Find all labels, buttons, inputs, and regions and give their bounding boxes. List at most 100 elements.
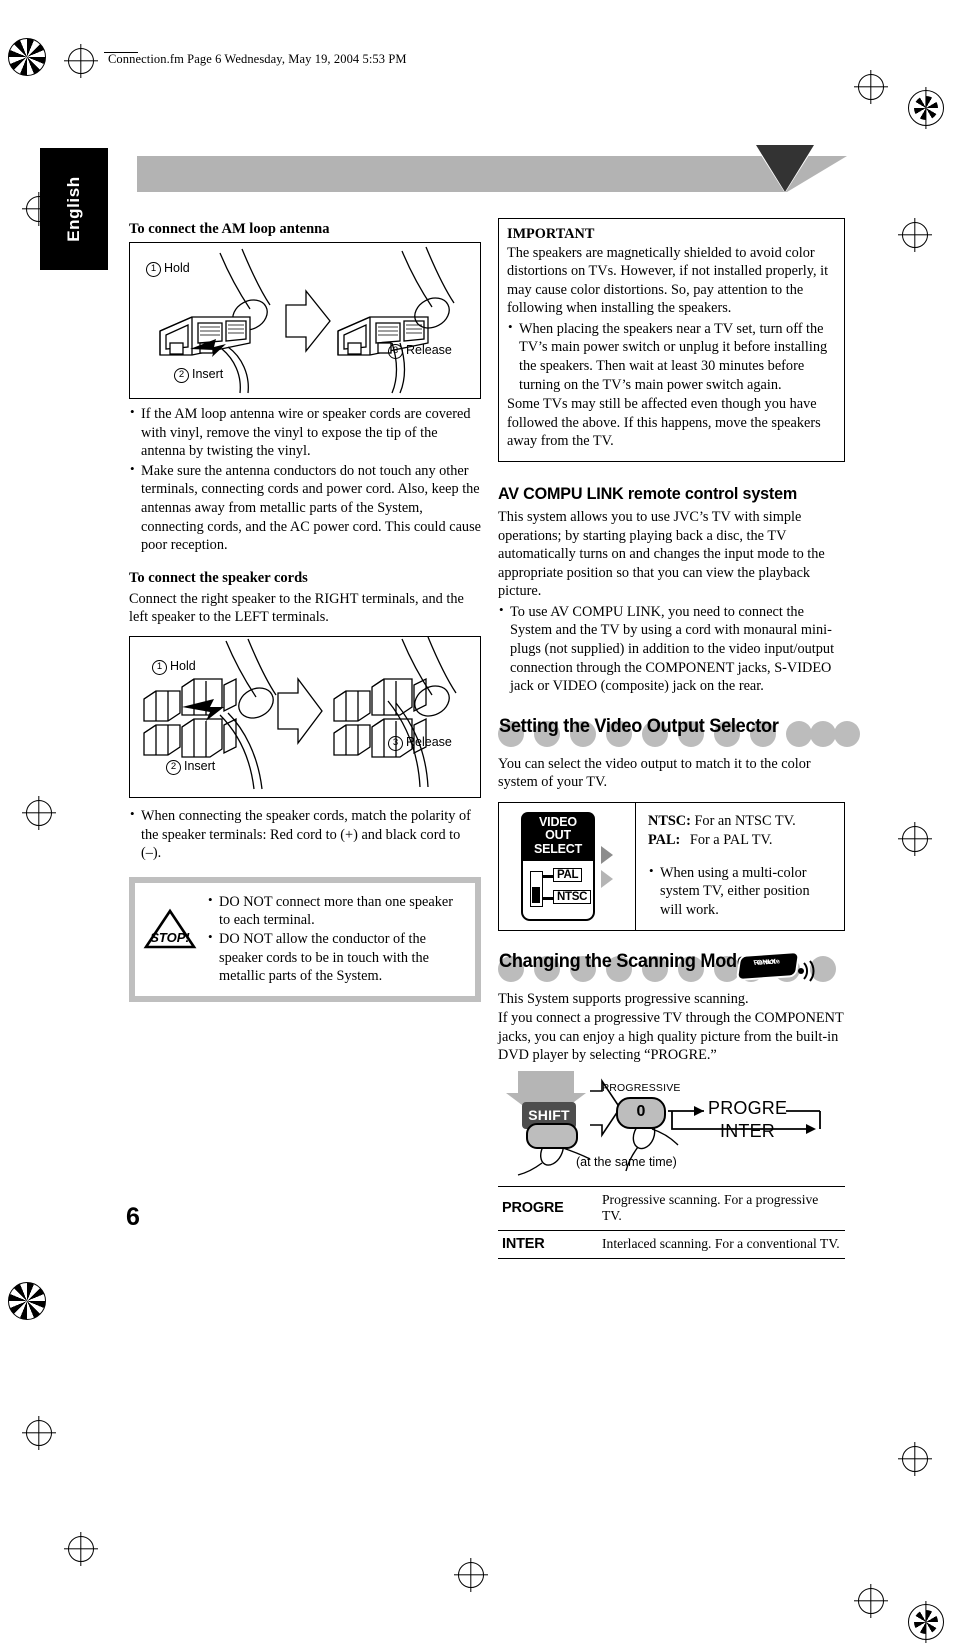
important-paragraph-1: The speakers are magnetically shielded t…: [507, 244, 829, 317]
at-the-same-time-note: (at the same time): [576, 1154, 677, 1169]
ntsc-description: For an NTSC TV.: [694, 812, 796, 829]
language-tab-label: English: [64, 176, 83, 242]
crop-mark-bottom-left: [68, 1536, 94, 1562]
speaker-step-3-label: Release: [406, 735, 452, 750]
avcompu-heading: AV COMPU LINK remote control system: [498, 483, 798, 503]
ntsc-row: NTSC: For an NTSC TV.: [648, 812, 834, 831]
scanning-section-header: Changing the Scanning Mode Remote ONLY: [498, 949, 845, 983]
registration-mark-top-right: [908, 90, 944, 126]
video-output-paragraph: You can select the video output to match…: [498, 755, 811, 791]
registration-mark-bottom-right: [908, 1604, 944, 1640]
list-item: When connecting the speaker cords, match…: [129, 806, 481, 863]
table-row: PROGRE Progressive scanning. For a progr…: [498, 1186, 845, 1230]
mode-description: Interlaced scanning. For a conventional …: [602, 1235, 840, 1251]
top-banner-triangle: [756, 145, 814, 192]
switch-knob: [531, 887, 540, 904]
progressive-button: 0: [616, 1096, 666, 1129]
svg-text:STOP!: STOP!: [150, 930, 190, 945]
crop-mark-bottom-center: [458, 1562, 484, 1588]
antenna-step-1-label: Hold: [164, 261, 190, 276]
scanning-mode-figure: SHIFT PROGRESSIVE 0 (at the same time) P…: [498, 1070, 845, 1176]
list-item: Make sure the antenna conductors do not …: [129, 461, 481, 555]
important-bullet-list: When placing the speakers near a TV set,…: [507, 319, 836, 394]
speaker-step-1: 1 Hold: [152, 659, 196, 676]
important-paragraph-2: Some TVs may still be affected even thou…: [507, 396, 821, 450]
speaker-cords-intro: Connect the right speaker to the RIGHT t…: [129, 590, 464, 626]
crop-mark-top-right: [858, 74, 884, 100]
top-banner: [137, 156, 787, 192]
crop-mark-mid-left: [26, 800, 52, 826]
remote-badge-text: Remote ONLY: [739, 954, 797, 980]
ntsc-term: NTSC:: [648, 812, 691, 829]
crop-mark-upper-right: [902, 222, 928, 248]
list-item: When using a multi-color system TV, eith…: [648, 863, 834, 920]
speaker-step-1-number: 1: [152, 660, 167, 676]
video-output-selector-figure: VIDEO OUT SELECT PAL NTSC NTSC: For an N…: [498, 801, 845, 932]
antenna-step-1: 1 Hold: [146, 261, 190, 278]
pal-description: For a PAL TV.: [689, 831, 773, 848]
antenna-step-3: 3 Release: [388, 343, 452, 360]
am-antenna-heading: To connect the AM loop antenna: [129, 221, 330, 237]
polarity-note-list: When connecting the speaker cords, match…: [129, 806, 481, 863]
crop-mark-mid-right: [902, 826, 928, 852]
file-header-line: Connection.fm Page 6 Wednesday, May 19, …: [108, 52, 407, 66]
antenna-step-1-number: 1: [146, 262, 161, 278]
stop-triangle-icon: STOP!: [143, 908, 197, 949]
selector-position-arrows: [601, 845, 613, 888]
important-title: IMPORTANT: [507, 226, 595, 242]
speaker-step-1-label: Hold: [170, 659, 196, 674]
list-item: To use AV COMPU LINK, you need to connec…: [498, 602, 845, 696]
crop-mark-lower-right: [902, 1446, 928, 1472]
caution-list: DO NOT connect more than one speaker to …: [207, 892, 465, 986]
registration-mark-top-left: [8, 38, 46, 76]
list-item: When placing the speakers near a TV set,…: [507, 319, 836, 394]
antenna-notes-list: If the AM loop antenna wire or speaker c…: [129, 404, 481, 555]
speaker-step-2-number: 2: [166, 760, 181, 776]
antenna-step-2: 2 Insert: [174, 367, 223, 384]
list-item: If the AM loop antenna wire or speaker c…: [129, 404, 481, 461]
remote-only-badge: Remote ONLY: [735, 951, 801, 982]
antenna-step-2-number: 2: [174, 368, 189, 384]
video-out-select-switch: VIDEO OUT SELECT PAL NTSC: [521, 811, 595, 922]
selector-label-line3: SELECT: [533, 841, 583, 856]
stop-icon: STOP!: [143, 893, 199, 956]
mode-name: INTER: [502, 1235, 545, 1252]
speaker-cords-figure: 1 Hold 2 Insert 3 Release: [129, 636, 481, 799]
language-tab: English: [40, 148, 108, 270]
crop-mark-bottom-right: [858, 1588, 884, 1614]
speaker-cords-heading: To connect the speaker cords: [129, 569, 308, 586]
list-item: DO NOT connect more than one speaker to …: [207, 892, 465, 930]
shift-key-pad: [526, 1122, 578, 1149]
video-output-section-header: Setting the Video Output Selector: [498, 714, 860, 748]
am-antenna-figure: 1 Hold 2 Insert 3 Release: [129, 242, 481, 400]
selector-label: VIDEO OUT SELECT: [521, 811, 595, 862]
pal-term: PAL:: [648, 831, 681, 848]
right-column: IMPORTANT The speakers are magnetically …: [498, 218, 860, 1259]
selector-graphic-cell: VIDEO OUT SELECT PAL NTSC: [499, 802, 636, 931]
ntsc-connector: [543, 897, 553, 900]
scanning-paragraph: This System supports progressive scannin…: [498, 991, 844, 1064]
scanning-heading: Changing the Scanning Mode: [499, 950, 747, 973]
pal-connector: [543, 875, 553, 878]
mode-name: PROGRE: [502, 1199, 564, 1216]
important-box: IMPORTANT The speakers are magnetically …: [498, 218, 845, 462]
crop-mark-top-left: [68, 48, 94, 74]
pal-row: PAL: For a PAL TV.: [648, 831, 834, 850]
caution-box: STOP! DO NOT connect more than one speak…: [129, 876, 481, 1002]
selector-option-ntsc: NTSC: [553, 890, 592, 905]
selector-option-pal: PAL: [553, 868, 583, 883]
speaker-step-2: 2 Insert: [166, 759, 215, 776]
remote-badge-line2: ONLY: [756, 958, 778, 967]
antenna-step-3-number: 3: [388, 344, 403, 360]
list-item: DO NOT allow the conductor of the speake…: [207, 929, 465, 986]
avcompu-paragraph: This system allows you to use JVC’s TV w…: [498, 508, 825, 600]
cycle-option-inter: INTER: [720, 1120, 775, 1141]
left-column: To connect the AM loop antenna 1 Hold 2 …: [129, 220, 481, 1002]
registration-mark-bottom-left: [8, 1282, 46, 1320]
video-output-heading: Setting the Video Output Selector: [499, 714, 779, 737]
selector-note-list: When using a multi-color system TV, eith…: [648, 863, 834, 920]
scanning-mode-table: PROGRE Progressive scanning. For a progr…: [498, 1186, 845, 1259]
page-number: 6: [126, 1203, 140, 1231]
avcompu-bullet-list: To use AV COMPU LINK, you need to connec…: [498, 602, 845, 696]
selector-label-line2: OUT: [545, 828, 571, 843]
